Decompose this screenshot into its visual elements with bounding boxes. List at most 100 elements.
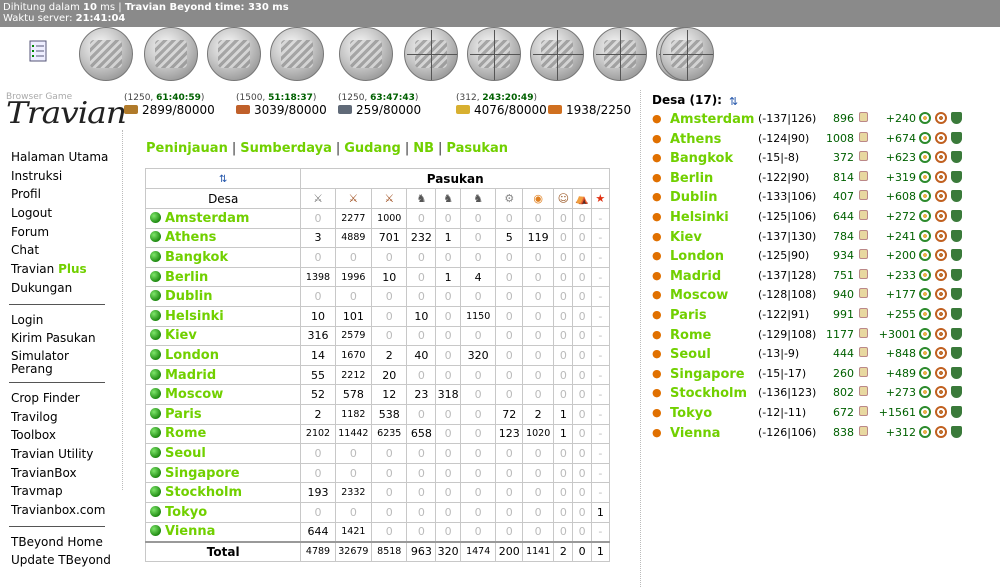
send-troops-icon[interactable]: [935, 131, 947, 144]
send-troops-icon[interactable]: [935, 249, 947, 262]
send-troops-icon[interactable]: [935, 229, 947, 242]
send-troops-icon[interactable]: [935, 170, 947, 183]
menu-travian-utility[interactable]: Travian Utility: [11, 445, 111, 464]
village-link[interactable]: Helsinki: [165, 309, 224, 324]
send-resources-icon[interactable]: [919, 366, 931, 379]
defense-shield-icon[interactable]: [951, 327, 962, 340]
send-resources-icon[interactable]: [919, 170, 931, 183]
marketplace-icon[interactable]: [404, 27, 458, 81]
village-overview-icon[interactable]: [79, 27, 133, 81]
defense-shield-icon[interactable]: [951, 347, 962, 360]
village-name-link[interactable]: London: [670, 249, 724, 264]
village-name-link[interactable]: Stockholm: [670, 386, 747, 401]
village-link[interactable]: Madrid: [165, 368, 216, 383]
menu-login[interactable]: Login: [11, 311, 111, 330]
send-troops-icon[interactable]: [935, 425, 947, 438]
village-link[interactable]: Dublin: [165, 289, 213, 304]
menu-update-tbeyond[interactable]: Update TBeyond: [11, 551, 111, 570]
defense-shield-icon[interactable]: [951, 170, 962, 183]
village-link[interactable]: Athens: [165, 230, 216, 245]
menu-travmap[interactable]: Travmap: [11, 482, 111, 501]
send-troops-icon[interactable]: [935, 327, 947, 340]
tab-sumberdaya[interactable]: Sumberdaya: [240, 141, 332, 156]
village-name-link[interactable]: Paris: [670, 308, 707, 323]
defense-shield-icon[interactable]: [951, 190, 962, 203]
barracks-icon[interactable]: [467, 27, 521, 81]
defense-shield-icon[interactable]: [951, 209, 962, 222]
send-troops-icon[interactable]: [935, 386, 947, 399]
menu-logout[interactable]: Logout: [11, 204, 111, 223]
tab-nb[interactable]: NB: [413, 141, 434, 156]
send-troops-icon[interactable]: [935, 366, 947, 379]
village-name-link[interactable]: Bangkok: [670, 151, 733, 166]
workshop-icon[interactable]: [593, 27, 647, 81]
defense-shield-icon[interactable]: [951, 112, 962, 124]
send-troops-icon[interactable]: [935, 268, 947, 281]
defense-shield-icon[interactable]: [951, 268, 962, 281]
village-link[interactable]: Singapore: [165, 466, 240, 481]
village-name-link[interactable]: Dublin: [670, 190, 718, 205]
village-name-link[interactable]: Singapore: [670, 367, 745, 382]
tab-peninjauan[interactable]: Peninjauan: [146, 141, 228, 156]
menu-travilog[interactable]: Travilog: [11, 408, 111, 427]
village-link[interactable]: Stockholm: [165, 485, 242, 500]
menu-instruksi[interactable]: Instruksi: [11, 167, 111, 186]
defense-shield-icon[interactable]: [951, 307, 962, 320]
send-resources-icon[interactable]: [919, 112, 931, 124]
defense-shield-icon[interactable]: [951, 229, 962, 242]
village-link[interactable]: Berlin: [165, 270, 208, 285]
menu-toolbox[interactable]: Toolbox: [11, 426, 111, 445]
send-resources-icon[interactable]: [919, 268, 931, 281]
defense-shield-icon[interactable]: [951, 366, 962, 379]
menu-travianbox-com[interactable]: Travianbox.com: [11, 501, 111, 520]
send-troops-icon[interactable]: [935, 288, 947, 301]
menu-kirim-pasukan[interactable]: Kirim Pasukan: [11, 329, 111, 348]
send-troops-icon[interactable]: [935, 209, 947, 222]
menu-travian-plus[interactable]: Travian Plus: [11, 260, 111, 279]
village-name-link[interactable]: Tokyo: [670, 406, 712, 421]
send-resources-icon[interactable]: [919, 131, 931, 144]
menu-halaman-utama[interactable]: Halaman Utama: [11, 148, 111, 167]
sort-icon[interactable]: ⇅: [219, 174, 227, 185]
defense-shield-icon[interactable]: [951, 151, 962, 164]
menu-forum[interactable]: Forum: [11, 223, 111, 242]
menu-tbeyond-home[interactable]: TBeyond Home: [11, 533, 111, 552]
send-resources-icon[interactable]: [919, 288, 931, 301]
village-name-link[interactable]: Rome: [670, 328, 711, 343]
send-resources-icon[interactable]: [919, 307, 931, 320]
village-link[interactable]: Seoul: [165, 446, 206, 461]
village-link[interactable]: Bangkok: [165, 250, 228, 265]
village-name-link[interactable]: Kiev: [670, 230, 702, 245]
send-troops-icon[interactable]: [935, 405, 947, 418]
send-troops-icon[interactable]: [935, 112, 947, 124]
send-resources-icon[interactable]: [919, 327, 931, 340]
send-resources-icon[interactable]: [919, 386, 931, 399]
tab-gudang[interactable]: Gudang: [344, 141, 401, 156]
send-troops-icon[interactable]: [935, 151, 947, 164]
village-link[interactable]: London: [165, 348, 219, 363]
village-name-link[interactable]: Amsterdam: [670, 112, 754, 127]
map-icon[interactable]: [207, 27, 261, 81]
send-resources-icon[interactable]: [919, 229, 931, 242]
send-troops-icon[interactable]: [935, 347, 947, 360]
defense-shield-icon[interactable]: [951, 386, 962, 399]
statistics-icon[interactable]: [270, 27, 324, 81]
defense-shield-icon[interactable]: [951, 131, 962, 144]
defense-shield-icon[interactable]: [951, 405, 962, 418]
menu-crop-finder[interactable]: Crop Finder: [11, 389, 111, 408]
menu-chat[interactable]: Chat: [11, 241, 111, 260]
village-link[interactable]: Moscow: [165, 387, 223, 402]
village-link[interactable]: Tokyo: [165, 505, 207, 520]
menu-simulator-perang[interactable]: Simulator Perang: [11, 348, 111, 376]
stable-icon[interactable]: [530, 27, 584, 81]
send-resources-icon[interactable]: [919, 347, 931, 360]
village-link[interactable]: Paris: [165, 407, 202, 422]
village-link[interactable]: Rome: [165, 426, 206, 441]
village-name-link[interactable]: Seoul: [670, 347, 711, 362]
menu-travianbox[interactable]: TravianBox: [11, 464, 111, 483]
send-resources-icon[interactable]: [919, 209, 931, 222]
academy-icon[interactable]: [660, 27, 714, 81]
tab-pasukan[interactable]: Pasukan: [446, 141, 508, 156]
menu-profil[interactable]: Profil: [11, 185, 111, 204]
defense-shield-icon[interactable]: [951, 249, 962, 262]
